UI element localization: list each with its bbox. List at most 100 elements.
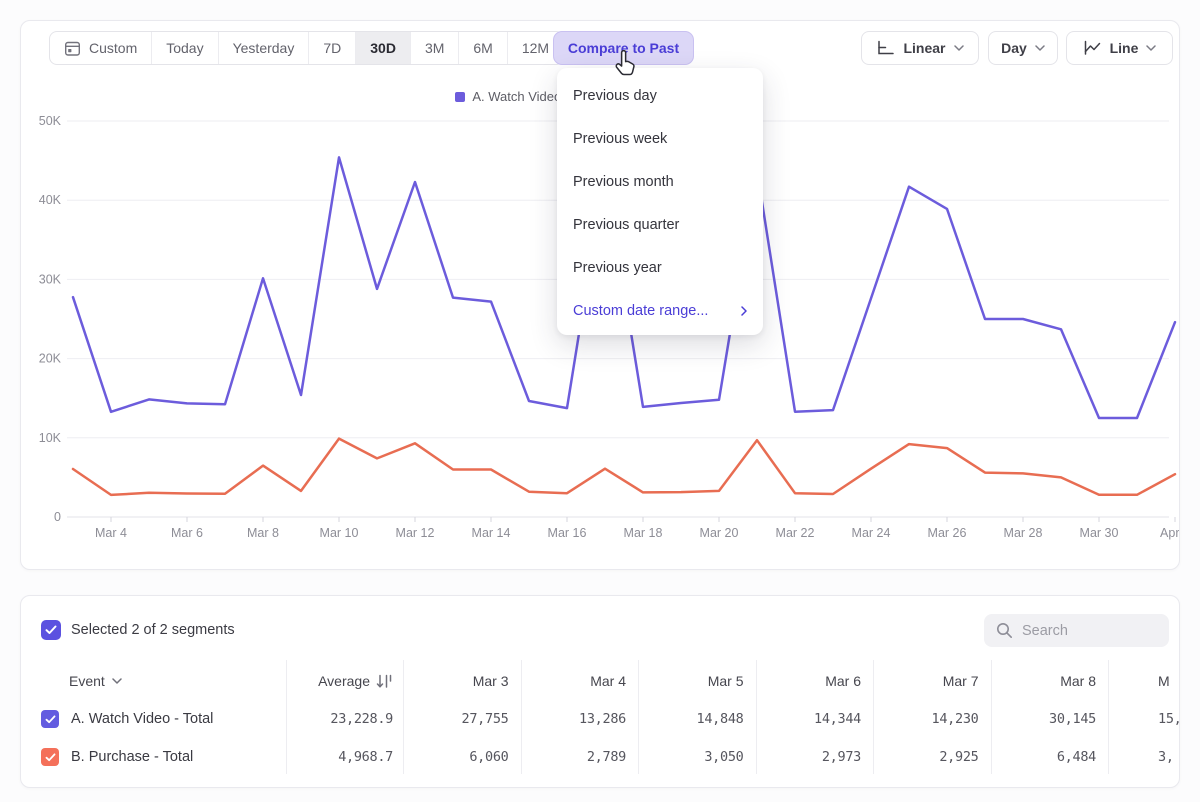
select-all-checkbox[interactable] [41,620,61,640]
range-button-7d[interactable]: 7D [308,32,355,64]
svg-text:30K: 30K [39,272,62,286]
checkmark-icon [45,625,57,635]
range-label: Yesterday [233,40,295,56]
average-column-header[interactable]: Average [286,673,403,689]
chevron-down-icon [1146,45,1156,51]
selected-segments-label: Selected 2 of 2 segments [71,622,235,638]
svg-text:40K: 40K [39,193,62,207]
svg-text:Mar 20: Mar 20 [700,526,739,540]
row-checkbox-purchase[interactable] [41,748,59,766]
chevron-right-icon [741,306,747,316]
menu-item-label: Custom date range... [573,303,708,319]
segments-table-panel: Selected 2 of 2 segments Event Average [20,595,1180,788]
menu-item-label: Previous month [573,174,674,190]
checkmark-icon [45,753,56,762]
compare-to-past-menu: Previous day Previous week Previous mont… [557,68,763,335]
linear-axis-icon [876,40,895,56]
chart-type-select-button[interactable]: Line [1066,31,1173,65]
legend-swatch-purple [455,92,465,102]
svg-text:Mar 10: Mar 10 [320,526,359,540]
menu-item-label: Previous day [573,88,657,104]
menu-item-previous-week[interactable]: Previous week [557,117,763,160]
range-button-today[interactable]: Today [151,32,217,64]
menu-item-previous-month[interactable]: Previous month [557,160,763,203]
range-button-custom[interactable]: Custom [50,32,151,64]
event-header-label: Event [69,673,105,689]
svg-text:50K: 50K [39,114,62,128]
range-label: 7D [323,40,341,56]
interval-select-button[interactable]: Day [988,31,1058,65]
svg-text:0: 0 [54,510,61,524]
table-row: A. Watch Video - Total 23,228.9 27,755 1… [21,700,1179,738]
date-column-header: Mar 8 [991,673,1109,689]
interval-label: Day [1001,40,1027,56]
row-checkbox-watch-video[interactable] [41,710,59,728]
checkmark-icon [45,715,56,724]
line-chart-icon [1083,40,1102,56]
range-label: 12M [522,40,549,56]
average-cell: 23,228.9 [286,711,403,727]
range-button-6m[interactable]: 6M [458,32,506,64]
event-cell: A. Watch Video - Total [21,710,286,728]
value-cell: 14,344 [756,711,874,727]
average-cell: 4,968.7 [286,749,403,765]
range-button-3m[interactable]: 3M [410,32,458,64]
search-icon [996,622,1013,639]
range-button-30d[interactable]: 30D [355,32,410,64]
segments-table: Event Average Mar 3 Mar 4 Mar 5 Mar 6 Ma… [21,662,1179,776]
svg-text:Mar 16: Mar 16 [548,526,587,540]
menu-item-label: Previous week [573,131,667,147]
table-row: B. Purchase - Total 4,968.7 6,060 2,789 … [21,738,1179,776]
svg-text:Mar 14: Mar 14 [472,526,511,540]
chevron-down-icon [112,678,122,684]
range-label: 6M [473,40,492,56]
range-label: 30D [370,40,396,56]
svg-text:Mar 4: Mar 4 [95,526,127,540]
menu-item-previous-quarter[interactable]: Previous quarter [557,203,763,246]
svg-text:10K: 10K [39,431,62,445]
value-cell: 6,484 [991,749,1109,765]
event-cell: B. Purchase - Total [21,748,286,766]
svg-text:Mar 24: Mar 24 [852,526,891,540]
chevron-down-icon [954,45,964,51]
value-cell-clipped: 15, [1108,711,1179,727]
svg-text:Mar 28: Mar 28 [1004,526,1043,540]
range-label: Today [166,40,203,56]
range-label: 3M [425,40,444,56]
calendar-icon [64,40,81,57]
date-range-group: Custom Today Yesterday 7D 30D 3M 6M 12M [49,31,564,65]
svg-text:Apr 1: Apr 1 [1160,526,1179,540]
scale-label: Linear [903,40,945,56]
menu-item-previous-day[interactable]: Previous day [557,74,763,117]
search-input[interactable] [1022,623,1162,639]
scale-select-button[interactable]: Linear [861,31,979,65]
menu-item-custom-date-range[interactable]: Custom date range... [557,289,763,332]
menu-item-label: Previous year [573,260,662,276]
event-label: A. Watch Video - Total [71,711,213,727]
date-column-header: Mar 4 [521,673,639,689]
date-column-header: Mar 6 [756,673,874,689]
date-column-header: Mar 7 [873,673,991,689]
event-column-header[interactable]: Event [21,673,286,689]
svg-text:Mar 22: Mar 22 [776,526,815,540]
value-cell: 14,848 [638,711,756,727]
date-column-header: Mar 5 [638,673,756,689]
value-cell: 6,060 [403,749,521,765]
svg-text:Mar 26: Mar 26 [928,526,967,540]
table-header-row: Event Average Mar 3 Mar 4 Mar 5 Mar 6 Ma… [21,662,1179,700]
chevron-down-icon [1035,45,1045,51]
value-cell-clipped: 3, [1108,749,1179,765]
value-cell: 3,050 [638,749,756,765]
date-column-header-clipped: M [1108,673,1179,689]
range-button-yesterday[interactable]: Yesterday [218,32,309,64]
date-column-header: Mar 3 [403,673,521,689]
value-cell: 14,230 [873,711,991,727]
range-label: Custom [89,40,137,56]
hand-cursor-icon [612,50,638,80]
menu-item-previous-year[interactable]: Previous year [557,246,763,289]
value-cell: 2,789 [521,749,639,765]
value-cell: 2,925 [873,749,991,765]
svg-text:Mar 30: Mar 30 [1080,526,1119,540]
svg-text:20K: 20K [39,352,62,366]
value-cell: 2,973 [756,749,874,765]
